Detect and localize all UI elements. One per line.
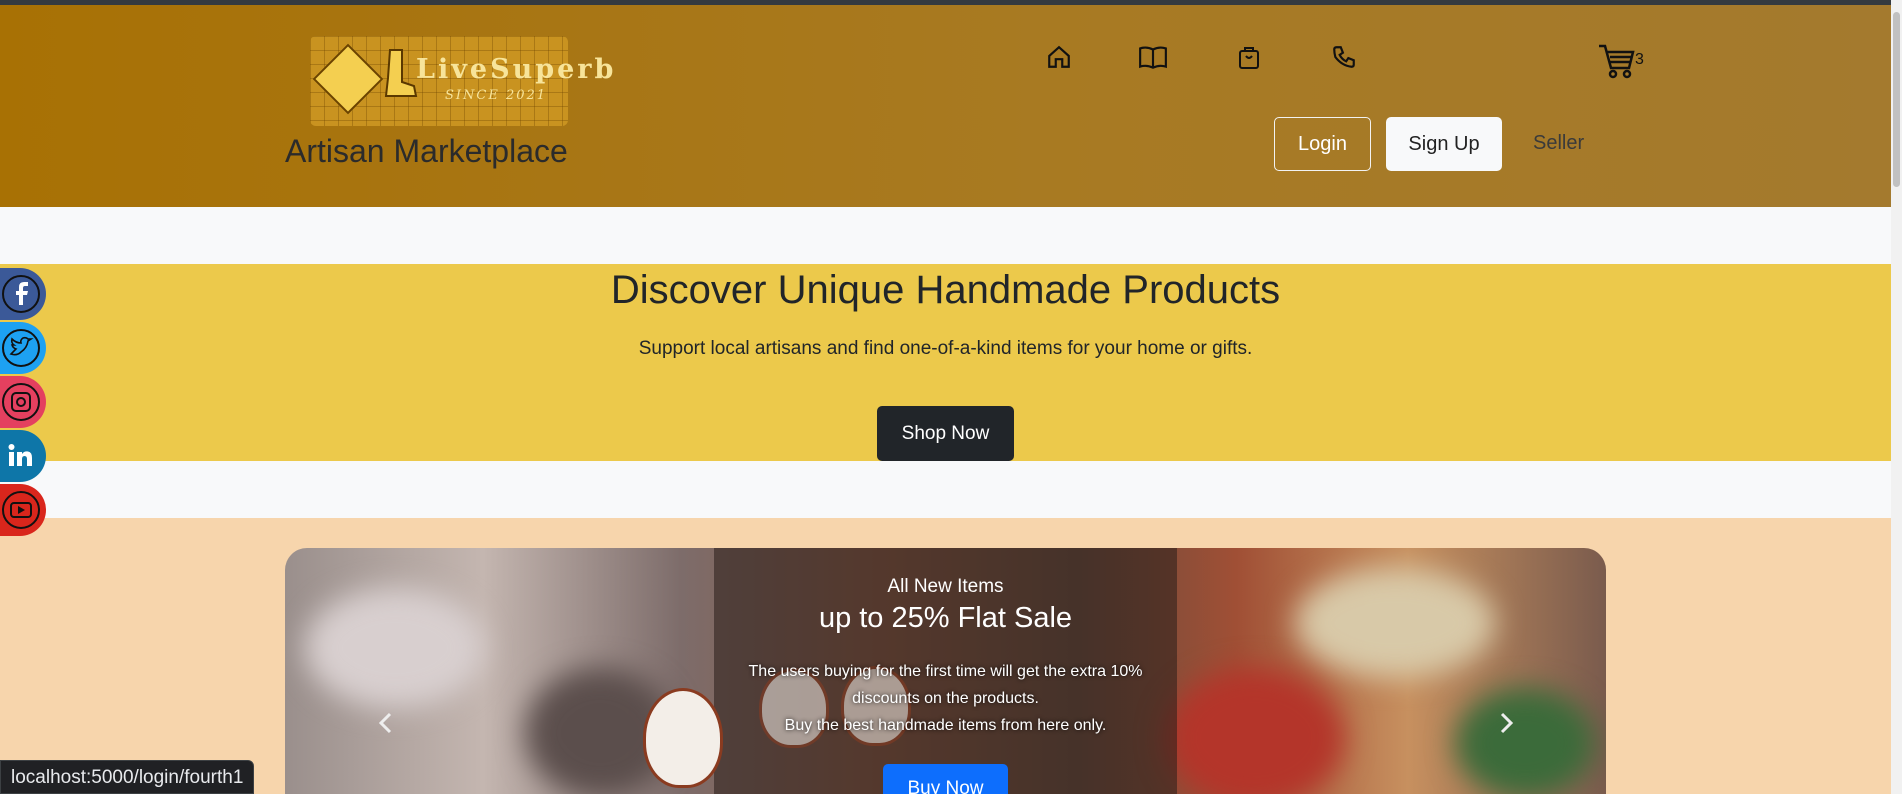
- instagram-link[interactable]: [0, 376, 46, 428]
- site-header: LiveSuperb SINCE 2021 Artisan Marketplac…: [0, 5, 1891, 207]
- signup-button[interactable]: Sign Up: [1386, 117, 1502, 171]
- youtube-icon: [2, 491, 40, 529]
- browser-status-url: localhost:5000/login/fourth1: [0, 760, 255, 794]
- carousel-photo-blur: [1455, 688, 1595, 794]
- hero-subtitle: Support local artisans and find one-of-a…: [638, 338, 1253, 359]
- book-icon[interactable]: [1137, 41, 1169, 73]
- carousel-body-line: The users buying for the first time will…: [748, 663, 1143, 707]
- carousel-kicker: All New Items: [887, 576, 1004, 597]
- brand-name: Artisan Marketplace: [285, 133, 568, 169]
- linkedin-link[interactable]: [0, 430, 46, 482]
- shop-now-button[interactable]: Shop Now: [877, 406, 1014, 461]
- boot-icon: [384, 49, 418, 97]
- carousel-prev-arrow[interactable]: [373, 708, 397, 738]
- hero-title: Discover Unique Handmade Products: [610, 268, 1281, 312]
- carousel-headline: up to 25% Flat Sale: [818, 602, 1073, 634]
- home-icon[interactable]: [1043, 41, 1075, 73]
- puppet-face-image: [643, 688, 723, 788]
- facebook-icon: [2, 275, 40, 313]
- carousel-next-arrow[interactable]: [1495, 708, 1519, 738]
- twitter-link[interactable]: [0, 322, 46, 374]
- page-scrollbar[interactable]: [1891, 0, 1902, 794]
- youtube-link[interactable]: [0, 484, 46, 536]
- cart-icon: [1599, 44, 1635, 79]
- hero-banner: Discover Unique Handmade Products Suppor…: [0, 264, 1891, 461]
- linkedin-icon: [8, 444, 32, 466]
- cart-count-badge: 3: [1635, 51, 1644, 68]
- logo-since: SINCE 2021: [445, 88, 548, 103]
- instagram-icon: [2, 383, 40, 421]
- seller-link[interactable]: Seller: [1533, 132, 1584, 155]
- twitter-icon: [2, 329, 40, 367]
- chevron-right-icon: [1500, 712, 1514, 734]
- cart-button[interactable]: 3: [1597, 40, 1647, 84]
- buy-now-button[interactable]: Buy Now: [883, 764, 1008, 794]
- phone-icon[interactable]: [1328, 41, 1360, 73]
- facebook-link[interactable]: [0, 268, 46, 320]
- carousel-body: The users buying for the first time will…: [730, 658, 1161, 739]
- carousel-body-line: Buy the best handmade items from here on…: [784, 717, 1107, 734]
- promo-carousel: All New Items up to 25% Flat Sale The us…: [285, 548, 1606, 794]
- logo-text: LiveSuperb: [416, 54, 617, 85]
- carousel-photo-blur: [1165, 668, 1345, 794]
- chevron-left-icon: [378, 712, 392, 734]
- bag-icon[interactable]: [1233, 41, 1265, 73]
- scrollbar-thumb[interactable]: [1893, 12, 1900, 187]
- site-logo[interactable]: LiveSuperb SINCE 2021: [310, 36, 613, 126]
- logo-diamond-emblem: [312, 43, 384, 115]
- login-button[interactable]: Login: [1274, 117, 1371, 171]
